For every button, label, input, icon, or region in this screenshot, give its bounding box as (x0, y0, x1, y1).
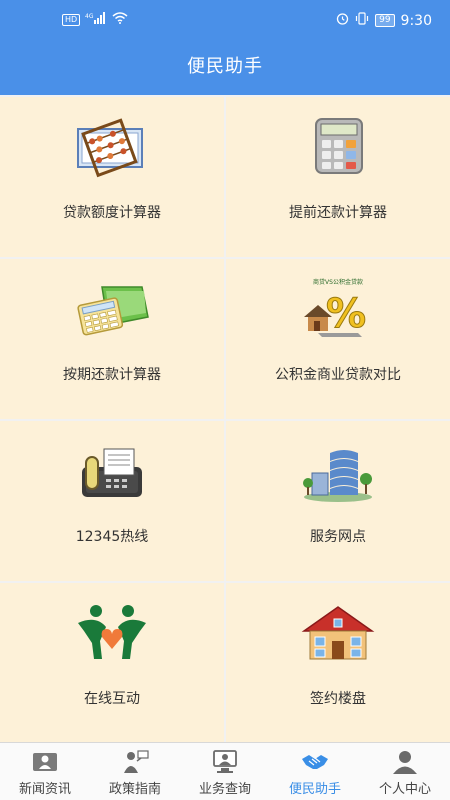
tab-personal-center[interactable]: 个人中心 (360, 743, 450, 800)
tile-label: 公积金商业贷款对比 (275, 367, 401, 383)
tab-policy-guide[interactable]: 政策指南 (90, 743, 180, 800)
building-icon (303, 450, 372, 502)
calculator-icon (315, 118, 363, 174)
tile-12345-hotline[interactable]: 12345热线 (0, 421, 224, 581)
tile-label: 提前还款计算器 (289, 205, 387, 221)
alarm-icon (336, 12, 349, 29)
tab-news[interactable]: 新闻资讯 (0, 743, 90, 800)
user-icon (393, 751, 417, 774)
signal-label: 4G (85, 13, 94, 20)
tab-label: 新闻资讯 (18, 782, 71, 797)
fax-phone-icon (82, 448, 142, 497)
status-right: 99 9:30 (336, 12, 432, 29)
status-left: HD 4G (62, 12, 128, 28)
people-heart-icon (78, 605, 146, 659)
signal-icon: 4G (85, 12, 107, 28)
vibrate-icon (355, 12, 369, 29)
calculator-folder-icon (77, 286, 149, 336)
tab-label: 业务查询 (198, 782, 251, 797)
status-bar: HD 4G 99 9:30 (0, 0, 450, 40)
abacus-icon (77, 118, 143, 178)
monitor-person-icon (213, 750, 237, 773)
bottom-tab-bar: 新闻资讯 政策指南 业务查询 便民助手 个人中心 (0, 742, 450, 800)
tile-label: 贷款额度计算器 (63, 205, 161, 221)
percent-house-icon: 商贷VS公积金贷款 % (304, 278, 367, 338)
wifi-icon (112, 12, 128, 28)
tile-label: 服务网点 (310, 529, 366, 545)
status-time: 9:30 (400, 12, 432, 29)
tile-prepayment-calculator[interactable]: 提前还款计算器 (226, 97, 450, 257)
tool-grid: 贷款额度计算器 提前还款计算器 按期还款计算器 商贷VS公积金贷款 % 公积金商… (0, 97, 450, 743)
page-title: 便民助手 (187, 56, 263, 77)
tile-label: 12345热线 (75, 529, 149, 545)
tile-fund-vs-commercial-loan[interactable]: 商贷VS公积金贷款 % 公积金商业贷款对比 (226, 259, 450, 419)
tab-label: 便民助手 (288, 782, 341, 797)
app-header: HD 4G 99 9:30 便民助手 (0, 0, 450, 95)
handshake-icon (302, 755, 328, 769)
tab-business-query[interactable]: 业务查询 (180, 743, 270, 800)
comparison-banner-text: 商贷VS公积金贷款 (313, 278, 363, 286)
tile-label: 在线互动 (84, 691, 140, 707)
tile-label: 按期还款计算器 (63, 367, 161, 383)
tile-label: 签约楼盘 (310, 691, 366, 707)
svg-text:%: % (326, 291, 366, 337)
guide-person-icon (124, 750, 149, 773)
newspaper-icon (33, 753, 57, 771)
house-icon (301, 606, 375, 660)
tile-online-interaction[interactable]: 在线互动 (0, 583, 224, 743)
tab-convenience-assistant[interactable]: 便民助手 (270, 743, 360, 800)
hd-badge: HD (62, 14, 81, 26)
tab-label: 政策指南 (108, 782, 161, 797)
battery-indicator: 99 (375, 14, 395, 27)
tile-scheduled-repayment-calculator[interactable]: 按期还款计算器 (0, 259, 224, 419)
tile-contracted-properties[interactable]: 签约楼盘 (226, 583, 450, 743)
tile-loan-amount-calculator[interactable]: 贷款额度计算器 (0, 97, 224, 257)
tile-service-outlets[interactable]: 服务网点 (226, 421, 450, 581)
tab-label: 个人中心 (378, 782, 431, 797)
